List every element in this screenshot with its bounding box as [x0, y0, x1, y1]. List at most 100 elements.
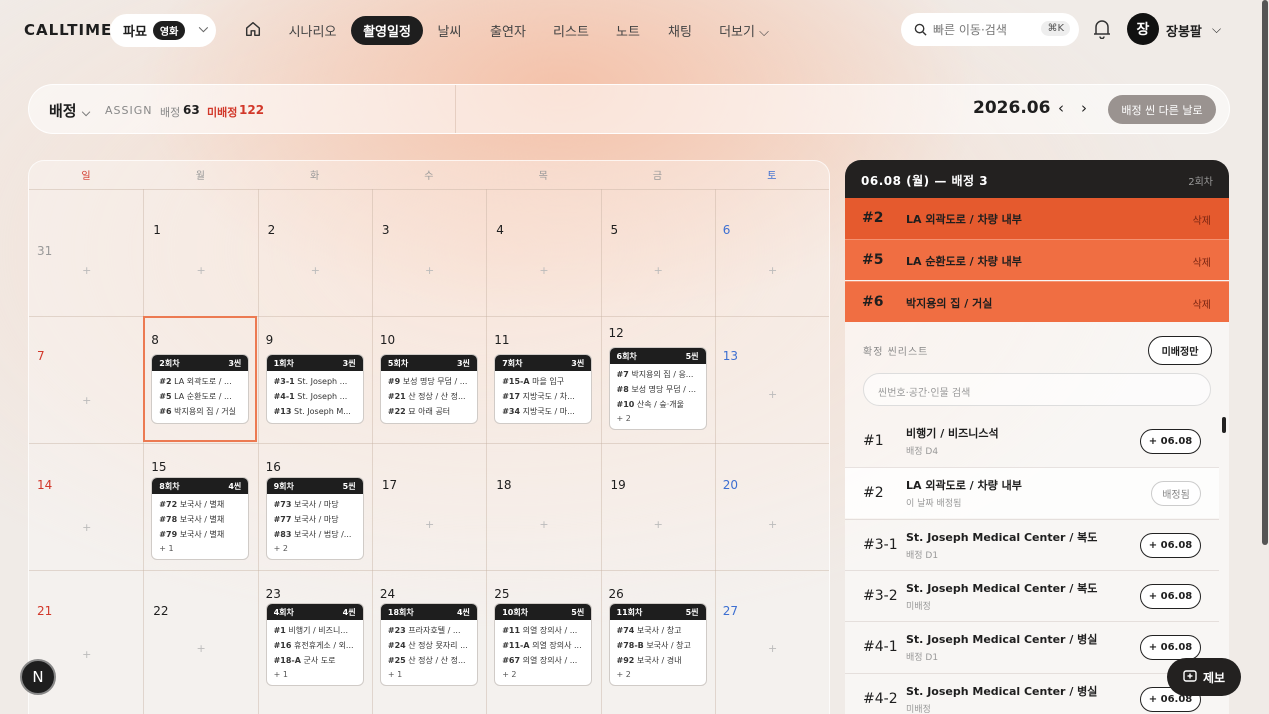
nav-tab-4[interactable]: 리스트: [548, 16, 594, 45]
add-icon[interactable]: +: [768, 642, 777, 655]
unassigned-only-button[interactable]: 미배정만: [1148, 336, 1212, 365]
n-button[interactable]: N: [20, 659, 56, 695]
app-logo[interactable]: CALLTIME: [24, 21, 112, 39]
scene-list-row[interactable]: #3-1 St. Joseph Medical Center / 복도 배정 D1 +…: [845, 518, 1219, 570]
shoot-day-card[interactable]: 6회차 5씬 #7 박지용의 집 / 응... #8 보성 명당 무덤 / ... #1…: [608, 347, 707, 430]
assign-date-button[interactable]: + 06.08: [1140, 635, 1201, 661]
calendar-day[interactable]: 2 +: [258, 189, 372, 316]
calendar-day[interactable]: 15 8회차 4씬 #72 보국사 / 별채 #78 보국사 / 별채 #79 보국사 /…: [143, 443, 257, 570]
calendar-day[interactable]: 7 +: [29, 316, 143, 443]
calendar-day[interactable]: 23 4회차 4씬 #1 비행기 / 비즈니... #16 휴전휴게소 / 외... #1…: [258, 570, 372, 697]
calendar-day[interactable]: 9 1회차 3씬 #3-1 St. Joseph ... #4-1 St. Joseph…: [258, 316, 372, 443]
chevron-down-icon[interactable]: ⌵: [1212, 22, 1221, 37]
assign-date-button[interactable]: 배정됨: [1151, 481, 1201, 507]
next-month-icon[interactable]: ›: [1081, 99, 1087, 117]
calendar-day[interactable]: 27 +: [715, 570, 829, 697]
nav-tab-0[interactable]: 시나리오: [283, 16, 342, 45]
calendar-day[interactable]: 11 7회차 3씬 #15-A 마을 입구 #17 지방국도 / 차... #34 지방국…: [486, 316, 600, 443]
scene-number: #4-1: [863, 639, 898, 656]
add-icon[interactable]: +: [196, 264, 205, 277]
calendar-day[interactable]: 24 18회차 4씬 #23 프라자호텔 / ... #24 산 정상 묫자리 ... #…: [372, 570, 486, 697]
assigned-scene-row[interactable]: #6 박지용의 집 / 거실 삭제: [845, 280, 1229, 322]
shoot-day-card[interactable]: 18회차 4씬 #23 프라자호텔 / ... #24 산 정상 묫자리 ... #25…: [379, 603, 478, 686]
scene-list-row[interactable]: #3-2 St. Joseph Medical Center / 복도 미배정 + 0…: [845, 569, 1219, 621]
more-count: + 2: [502, 670, 517, 679]
shoot-day-card[interactable]: 11회차 5씬 #74 보국사 / 창고 #78-B 보국사 / 창고 #92 보국사 …: [608, 603, 707, 686]
assign-date-button[interactable]: + 06.08: [1140, 429, 1201, 454]
add-icon[interactable]: +: [425, 518, 434, 531]
calendar-day[interactable]: 14 +: [29, 443, 143, 570]
add-icon[interactable]: +: [311, 264, 320, 277]
nav-tab-7[interactable]: 더보기 ⌵: [714, 16, 774, 45]
assign-date-button[interactable]: + 06.08: [1140, 532, 1201, 558]
project-selector[interactable]: 파묘 영화 ⌵: [110, 14, 216, 47]
scene-list-row[interactable]: #2 LA 외곽도로 / 차량 내부 이 날짜 배정됨 배정됨: [845, 467, 1219, 519]
panel-header: 06.08 (월) — 배정 3 2회차: [845, 160, 1229, 198]
add-icon[interactable]: +: [82, 264, 91, 277]
shoot-day-card[interactable]: 10회차 5씬 #11 의열 장의사 / ... #11-A 의열 장의사 ... #6…: [494, 603, 593, 686]
nav-tab-3[interactable]: 출연자: [485, 16, 531, 45]
chevron-down-icon: ⌵: [198, 21, 208, 35]
nav-tab-1[interactable]: 촬영일정: [351, 16, 423, 45]
add-icon[interactable]: +: [82, 648, 91, 661]
calendar-day[interactable]: 31 +: [29, 189, 143, 316]
add-icon[interactable]: +: [539, 518, 548, 531]
scene-list-row[interactable]: #1 비행기 / 비즈니스석 배정 D4 + 06.08: [845, 416, 1219, 467]
page-scrollbar[interactable]: [1262, 0, 1268, 545]
add-icon[interactable]: +: [768, 388, 777, 401]
shoot-day-card[interactable]: 8회차 4씬 #72 보국사 / 별채 #78 보국사 / 별채 #79 보국사 / 별…: [151, 477, 250, 560]
nav-tab-5[interactable]: 노트: [611, 16, 645, 45]
shoot-day-card[interactable]: 5회차 3씬 #9 보성 명당 무덤 / ... #21 산 정상 / 산 정... #…: [379, 354, 478, 424]
add-icon[interactable]: +: [654, 518, 663, 531]
assign-date-button[interactable]: + 06.08: [1140, 583, 1201, 609]
quick-search[interactable]: 빠른 이동·검색 ⌘K: [901, 13, 1079, 46]
add-icon[interactable]: +: [539, 264, 548, 277]
scene-search-input[interactable]: 씬번호·공간·인물 검색: [863, 373, 1211, 406]
report-button[interactable]: 제보: [1167, 658, 1241, 696]
delete-button[interactable]: 삭제: [1193, 254, 1211, 269]
shoot-day-card[interactable]: 7회차 3씬 #15-A 마을 입구 #17 지방국도 / 차... #34 지방국도 …: [494, 354, 593, 424]
assigned-scene-row[interactable]: #5 LA 순환도로 / 차량 내부 삭제: [845, 239, 1229, 281]
add-icon[interactable]: +: [425, 264, 434, 277]
add-icon[interactable]: +: [196, 642, 205, 655]
calendar-day[interactable]: 16 9회차 5씬 #73 보국사 / 마당 #77 보국사 / 마당 #83 보국사 /…: [258, 443, 372, 570]
assigned-scene-row[interactable]: #2 LA 외곽도로 / 차량 내부 삭제: [845, 198, 1229, 239]
shoot-day-card[interactable]: 9회차 5씬 #73 보국사 / 마당 #77 보국사 / 마당 #83 보국사 / 법…: [265, 477, 364, 560]
add-icon[interactable]: +: [768, 264, 777, 277]
user-name[interactable]: 장봉팔: [1166, 21, 1202, 40]
scrollbar[interactable]: [1222, 417, 1226, 433]
calendar-day[interactable]: 17 +: [372, 443, 486, 570]
nav-tab-2[interactable]: 날씨: [431, 16, 468, 45]
add-icon[interactable]: +: [82, 521, 91, 534]
calendar-day[interactable]: 19 +: [601, 443, 715, 570]
add-icon[interactable]: +: [768, 518, 777, 531]
calendar-day[interactable]: 13 +: [715, 316, 829, 443]
delete-button[interactable]: 삭제: [1193, 296, 1211, 311]
calendar-day[interactable]: 20 +: [715, 443, 829, 570]
calendar-day[interactable]: 18 +: [486, 443, 600, 570]
scene-list-row[interactable]: #4-1 St. Joseph Medical Center / 병실 배정 D1 +…: [845, 621, 1219, 672]
home-icon[interactable]: [244, 20, 262, 38]
prev-month-icon[interactable]: ‹: [1058, 99, 1064, 117]
calendar-day[interactable]: 10 5회차 3씬 #9 보성 명당 무덤 / ... #21 산 정상 / 산 정..…: [372, 316, 486, 443]
calendar-day[interactable]: 1 +: [143, 189, 257, 316]
calendar-day[interactable]: 26 11회차 5씬 #74 보국사 / 창고 #78-B 보국사 / 창고 #92 보국…: [601, 570, 715, 697]
calendar-day[interactable]: 25 10회차 5씬 #11 의열 장의사 / ... #11-A 의열 장의사 ...…: [486, 570, 600, 697]
calendar-day[interactable]: 12 6회차 5씬 #7 박지용의 집 / 응... #8 보성 명당 무덤 / ...…: [601, 316, 715, 443]
calendar-day[interactable]: 22 +: [143, 570, 257, 697]
delete-button[interactable]: 삭제: [1193, 212, 1211, 227]
calendar-day[interactable]: 3 +: [372, 189, 486, 316]
move-scenes-button[interactable]: 배정 씬 다른 날로: [1108, 95, 1216, 124]
bell-icon[interactable]: [1093, 19, 1111, 39]
calendar-day[interactable]: 4 +: [486, 189, 600, 316]
add-icon[interactable]: +: [654, 264, 663, 277]
calendar-day[interactable]: 5 +: [601, 189, 715, 316]
shoot-day-card[interactable]: 1회차 3씬 #3-1 St. Joseph ... #4-1 St. Joseph …: [265, 354, 364, 424]
nav-tab-6[interactable]: 채팅: [661, 16, 699, 45]
add-icon[interactable]: +: [82, 394, 91, 407]
calendar-day[interactable]: 6 +: [715, 189, 829, 316]
scene-list-row[interactable]: #4-2 St. Joseph Medical Center / 병실 미배정 + 0…: [845, 672, 1219, 714]
user-avatar[interactable]: 장: [1127, 13, 1159, 45]
shoot-day-card[interactable]: 4회차 4씬 #1 비행기 / 비즈니... #16 휴전휴게소 / 외... #18-…: [265, 603, 364, 686]
assign-title[interactable]: 배정 ⌵: [49, 100, 90, 121]
